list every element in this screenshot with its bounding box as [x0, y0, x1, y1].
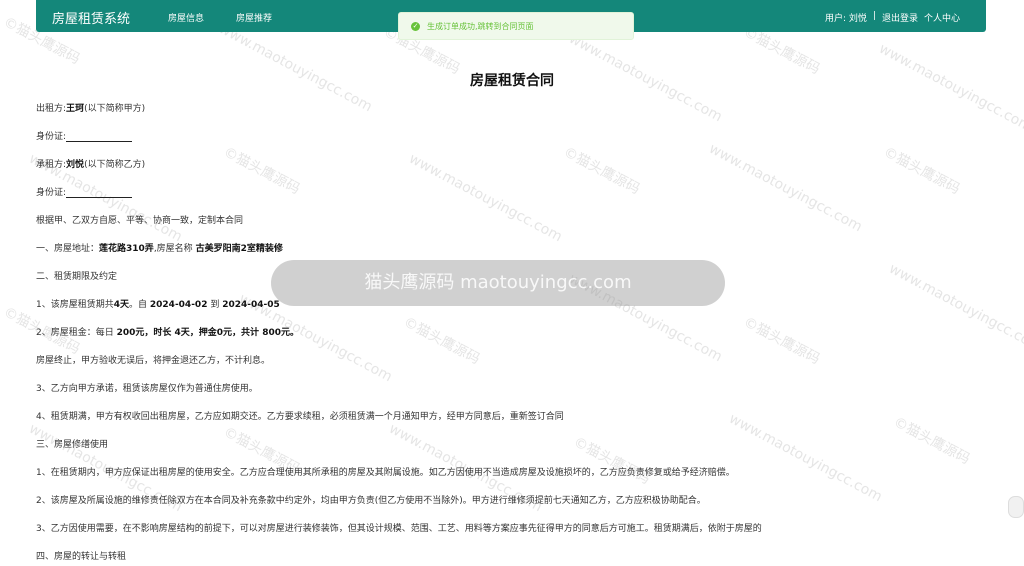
maintenance-clause-2: 2、该房屋及所属设施的维修责任除双方在本合同及补充条款中约定外，均由甲方负责(但… [36, 496, 706, 506]
house-address: 莲花路310弄 [99, 244, 154, 254]
success-toast: ✓ 生成订单成功,跳转到合同页面 [398, 12, 634, 40]
clause-3: 3、乙方向甲方承诺，租赁该房屋仅作为普通住房使用。 [36, 384, 258, 394]
contract-title: 房屋租赁合同 [470, 73, 554, 89]
check-circle-icon: ✓ [411, 21, 420, 31]
lease-term-line: 1、该房屋租赁期共4天。自 2024-04-02 到 2024-04-05 [36, 297, 280, 310]
house-name: 古美罗阳南2室精装修 [195, 244, 283, 254]
brand-title: 房屋租赁系统 [52, 12, 131, 27]
watermark-text: ©猫头鹰源码 [560, 144, 643, 198]
watermark-url: www.maotouyingcc.com [216, 20, 375, 116]
user-menu: 用户: 刘悦 | 退出登录 个人中心 [825, 11, 960, 24]
watermark-url: www.maotouyingcc.com [706, 140, 865, 236]
id-label: 身份证: [36, 132, 67, 142]
watermark-text: ©猫头鹰源码 [570, 434, 653, 488]
refund-line: 房屋终止，甲方验收无误后，将押金退还乙方，不计利息。 [36, 356, 271, 366]
term-b: 。自 [129, 300, 148, 310]
lessee-suffix: (以下简称乙方) [84, 160, 146, 170]
watermark-text: ©猫头鹰源码 [890, 414, 973, 468]
logout-link[interactable]: 退出登录 [882, 11, 918, 24]
nav-item-house-info[interactable]: 房屋信息 [168, 11, 204, 24]
term-a: 1、该房屋租赁期共 [36, 300, 114, 310]
toast-message: 生成订单成功,跳转到合同页面 [427, 21, 534, 31]
lessee-prefix: 承租方: [36, 160, 67, 170]
address-prefix: 一、房屋地址： [36, 244, 100, 254]
term-c: 到 [210, 300, 220, 310]
section-heading: 二、租赁期限及约定 [36, 272, 118, 282]
watermark-text: ©猫头鹰源码 [400, 314, 483, 368]
rent-prefix: 2、房屋租金：每日 [36, 328, 114, 338]
lessee-line: 承租方:刘悦(以下简称乙方) [36, 157, 145, 170]
watermark-text: ©猫头鹰源码 [880, 144, 963, 198]
maintenance-clause-3: 3、乙方因使用需要，在不影响房屋结构的前提下，可以对房屋进行装修装饰，但其设计规… [36, 524, 762, 534]
lessee-name: 刘悦 [66, 160, 85, 170]
rent-details: 200元，时长 4天，押金0元，共计 800元。 [116, 328, 299, 338]
rent-line: 2、房屋租金：每日 200元，时长 4天，押金0元，共计 800元。 [36, 325, 299, 338]
watermark-text: ©猫头鹰源码 [220, 144, 303, 198]
watermark-banner: 猫头鹰源码 maotouyingcc.com [271, 260, 725, 306]
lessor-line: 出租方:王珂(以下简称甲方) [36, 101, 145, 114]
profile-link[interactable]: 个人中心 [924, 11, 960, 24]
lessor-id-line: 身份证: [36, 129, 133, 142]
user-label: 用户: 刘悦 [825, 14, 867, 24]
start-date: 2024-04-02 [149, 300, 208, 310]
clause-4: 4、租赁期满，甲方有权收回出租房屋，乙方应如期交还。乙方要求续租，必须租赁满一个… [36, 412, 564, 422]
watermark-text: ©猫头鹰源码 [740, 314, 823, 368]
lessee-id-line: 身份证: [36, 185, 133, 198]
lessor-suffix: (以下简称甲方) [84, 104, 146, 114]
id-label: 身份证: [36, 188, 67, 198]
watermark-url: www.maotouyingcc.com [726, 410, 885, 506]
nav-item-house-recommend[interactable]: 房屋推荐 [236, 11, 272, 24]
preamble: 根据甲、乙双方自愿、平等、协商一致，定制本合同 [36, 216, 244, 226]
section-heading: 四、房屋的转让与转租 [36, 552, 127, 562]
watermark-url: www.maotouyingcc.com [406, 150, 565, 246]
lessor-id-blank [66, 133, 133, 142]
watermark-url: www.maotouyingcc.com [886, 260, 1024, 356]
scroll-handle[interactable] [1008, 496, 1024, 518]
section-heading: 三、房屋修缮使用 [36, 440, 109, 450]
lessee-id-blank [66, 189, 133, 198]
end-date: 2024-04-05 [222, 300, 280, 310]
watermark-url: www.maotouyingcc.com [566, 270, 725, 366]
nav-separator: | [872, 11, 876, 21]
lessor-name: 王珂 [66, 104, 85, 114]
lessor-prefix: 出租方: [36, 104, 67, 114]
address-mid: ,房屋名称 [153, 244, 193, 254]
lease-days: 4天 [113, 300, 129, 310]
maintenance-clause-1: 1、在租赁期内，甲方应保证出租房屋的使用安全。乙方应合理使用其所承租的房屋及其附… [36, 468, 735, 478]
section-address: 一、房屋地址：莲花路310弄,房屋名称 古美罗阳南2室精装修 [36, 241, 283, 254]
